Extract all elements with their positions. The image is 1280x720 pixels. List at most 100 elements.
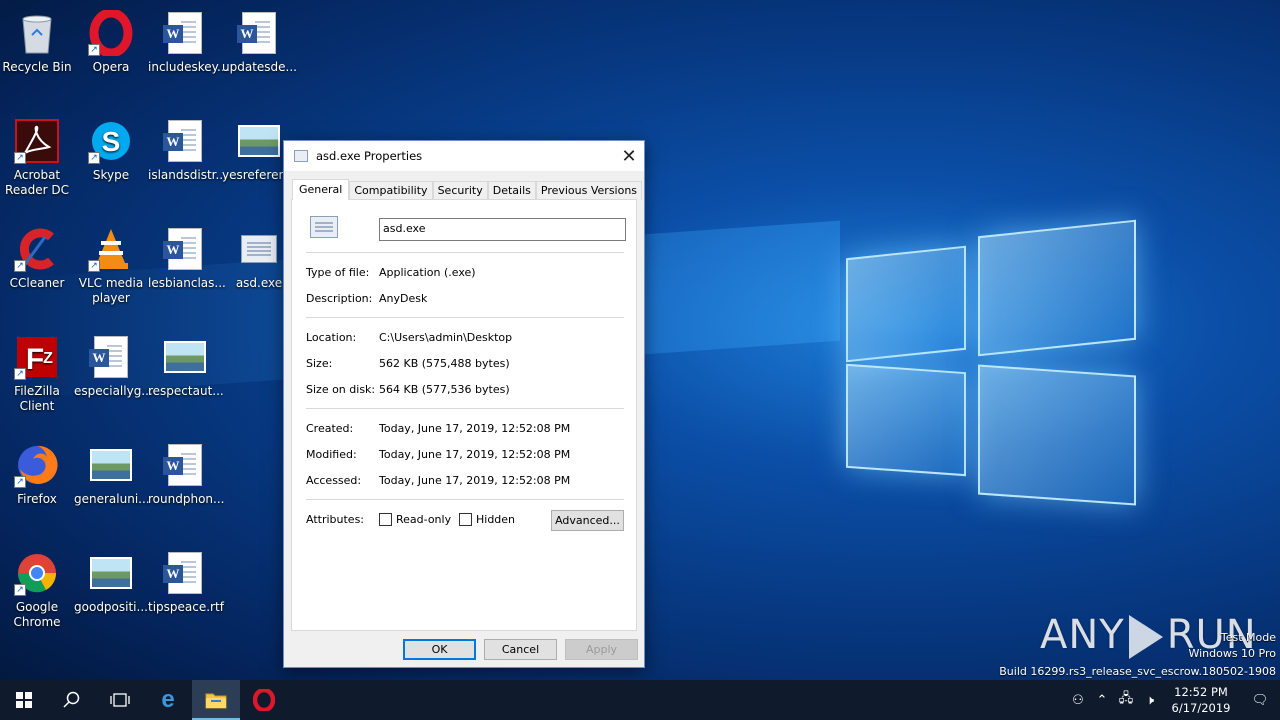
svg-text:Z: Z bbox=[43, 350, 53, 367]
desktop-icon-label: VLC media player bbox=[78, 276, 144, 305]
desktop-icon[interactable]: generaluni... bbox=[74, 436, 150, 507]
desktop-icon[interactable]: ↗ CCleaner bbox=[0, 220, 74, 291]
desktop-icon[interactable]: goodpositi... bbox=[74, 544, 148, 615]
desktop-icon[interactable]: Wincludeskey... bbox=[148, 4, 229, 75]
checkbox-box[interactable] bbox=[379, 513, 392, 526]
desktop-icon[interactable]: ↗ Google Chrome bbox=[0, 544, 74, 630]
edge-icon: e bbox=[161, 686, 175, 713]
executable-icon bbox=[236, 226, 282, 272]
cancel-button[interactable]: Cancel bbox=[484, 639, 557, 660]
desktop-icon[interactable]: F Z ↗ FileZilla Client bbox=[0, 328, 74, 414]
desktop-icon[interactable]: Wespeciallyg... bbox=[74, 328, 153, 399]
desktop-icon[interactable]: ↗ Firefox bbox=[0, 436, 74, 507]
tab-security[interactable]: Security bbox=[432, 181, 488, 200]
checkbox-box[interactable] bbox=[459, 513, 472, 526]
start-button[interactable] bbox=[0, 680, 48, 720]
size-on-disk-value: 564 KB (577,536 bytes) bbox=[379, 383, 510, 396]
desktop-icon-label: Google Chrome bbox=[13, 600, 61, 629]
location-value: C:\Users\admin\Desktop bbox=[379, 331, 513, 344]
readonly-checkbox[interactable]: Read-only bbox=[379, 513, 451, 526]
desktop-icon[interactable]: Wlesbianclas... bbox=[148, 220, 226, 291]
desktop-icon-label: goodpositi... bbox=[74, 600, 148, 614]
type-value: Application (.exe) bbox=[379, 266, 476, 279]
apply-button: Apply bbox=[565, 639, 638, 660]
desktop-icon[interactable]: ↗ Opera bbox=[74, 4, 148, 75]
desktop-icon-label: Skype bbox=[92, 168, 130, 182]
desktop-icon[interactable]: Wroundphon... bbox=[148, 436, 224, 507]
clock[interactable]: 12:52 PM 6/17/2019 bbox=[1162, 684, 1240, 716]
edge-taskbar-button[interactable]: e bbox=[144, 680, 192, 720]
ccleaner-icon: ↗ bbox=[14, 226, 60, 272]
search-icon bbox=[63, 691, 80, 708]
tab-previous-versions[interactable]: Previous Versions bbox=[535, 181, 643, 200]
opera-icon bbox=[253, 689, 275, 711]
build-text: Build 16299.rs3_release_svc_escrow.18050… bbox=[999, 665, 1276, 678]
word-document-icon: W bbox=[162, 550, 208, 596]
network-icon[interactable]: 🖧 bbox=[1114, 680, 1138, 720]
opera-icon: ↗ bbox=[88, 10, 134, 56]
desktop-icon-label: FileZilla Client bbox=[14, 384, 60, 413]
desktop-icon[interactable]: Recycle Bin bbox=[0, 4, 74, 75]
readonly-label: Read-only bbox=[396, 513, 452, 526]
edition-text: Windows 10 Pro bbox=[1188, 647, 1276, 660]
desktop-icon-label: includeskey... bbox=[148, 60, 229, 74]
desktop-icon-label: Acrobat Reader DC bbox=[5, 168, 69, 197]
desktop-icon[interactable]: ↗ Acrobat Reader DC bbox=[0, 112, 74, 198]
file-name-input[interactable]: asd.exe bbox=[379, 218, 626, 241]
desktop-icon[interactable]: Wislandsdistr... bbox=[148, 112, 227, 183]
dialog-titlebar[interactable]: asd.exe Properties ✕ bbox=[284, 141, 644, 171]
desktop-icon-label: Opera bbox=[92, 60, 130, 74]
general-panel: asd.exe Type of file: Application (.exe)… bbox=[291, 199, 637, 631]
desktop-icon[interactable]: S ↗ Skype bbox=[74, 112, 148, 183]
desktop-icon[interactable]: Wupdatesde... bbox=[222, 4, 297, 75]
shortcut-arrow-icon: ↗ bbox=[14, 368, 26, 380]
desktop-icon-label: Recycle Bin bbox=[2, 60, 72, 74]
image-file-icon bbox=[88, 442, 134, 488]
action-center-icon[interactable]: 🗨 bbox=[1240, 680, 1280, 720]
test-mode-text: Test Mode bbox=[1220, 631, 1276, 644]
dialog-title: asd.exe Properties bbox=[316, 149, 423, 163]
clock-time: 12:52 PM bbox=[1174, 685, 1228, 699]
file-explorer-taskbar-button[interactable] bbox=[192, 680, 240, 720]
play-icon bbox=[1128, 615, 1163, 659]
opera-taskbar-button[interactable] bbox=[240, 680, 288, 720]
tab-general[interactable]: General bbox=[292, 179, 350, 200]
tab-strip: General Compatibility Security Details P… bbox=[292, 179, 643, 200]
word-document-icon: W bbox=[162, 442, 208, 488]
folder-icon bbox=[205, 693, 227, 709]
size-label: Size: bbox=[306, 357, 333, 370]
image-file-icon bbox=[88, 550, 134, 596]
word-document-icon: W bbox=[162, 118, 208, 164]
created-label: Created: bbox=[306, 422, 354, 435]
tab-details[interactable]: Details bbox=[487, 181, 536, 200]
people-icon[interactable]: ⚇ bbox=[1066, 680, 1090, 720]
task-view-button[interactable] bbox=[96, 680, 144, 720]
desktop-icon[interactable]: Wtipspeace.rtf bbox=[148, 544, 224, 615]
word-document-icon: W bbox=[236, 10, 282, 56]
description-value: AnyDesk bbox=[379, 292, 428, 305]
file-icon bbox=[310, 216, 338, 238]
chevron-up-icon[interactable]: ⌃ bbox=[1090, 680, 1114, 720]
modified-value: Today, June 17, 2019, 12:52:08 PM bbox=[379, 448, 571, 461]
desktop-icon[interactable]: respectaut... bbox=[148, 328, 224, 399]
desktop-icon-label: generaluni... bbox=[74, 492, 150, 506]
shortcut-arrow-icon: ↗ bbox=[88, 152, 100, 164]
modified-label: Modified: bbox=[306, 448, 357, 461]
shortcut-arrow-icon: ↗ bbox=[88, 44, 100, 56]
search-button[interactable] bbox=[48, 680, 96, 720]
properties-dialog: asd.exe Properties ✕ General Compatibili… bbox=[283, 140, 645, 668]
separator bbox=[306, 499, 624, 500]
close-button[interactable]: ✕ bbox=[614, 141, 644, 171]
windows-wallpaper-logo bbox=[0, 210, 1140, 510]
volume-icon[interactable]: 🕨 bbox=[1138, 680, 1162, 720]
ok-button[interactable]: OK bbox=[403, 639, 476, 660]
size-value: 562 KB (575,488 bytes) bbox=[379, 357, 510, 370]
location-label: Location: bbox=[306, 331, 357, 344]
desktop-icon[interactable]: ↗ VLC media player bbox=[74, 220, 148, 306]
attributes-label: Attributes: bbox=[306, 513, 365, 526]
created-value: Today, June 17, 2019, 12:52:08 PM bbox=[379, 422, 571, 435]
skype-icon: S ↗ bbox=[88, 118, 134, 164]
hidden-checkbox[interactable]: Hidden bbox=[459, 513, 515, 526]
tab-compatibility[interactable]: Compatibility bbox=[349, 181, 433, 200]
advanced-button[interactable]: Advanced... bbox=[551, 510, 624, 531]
